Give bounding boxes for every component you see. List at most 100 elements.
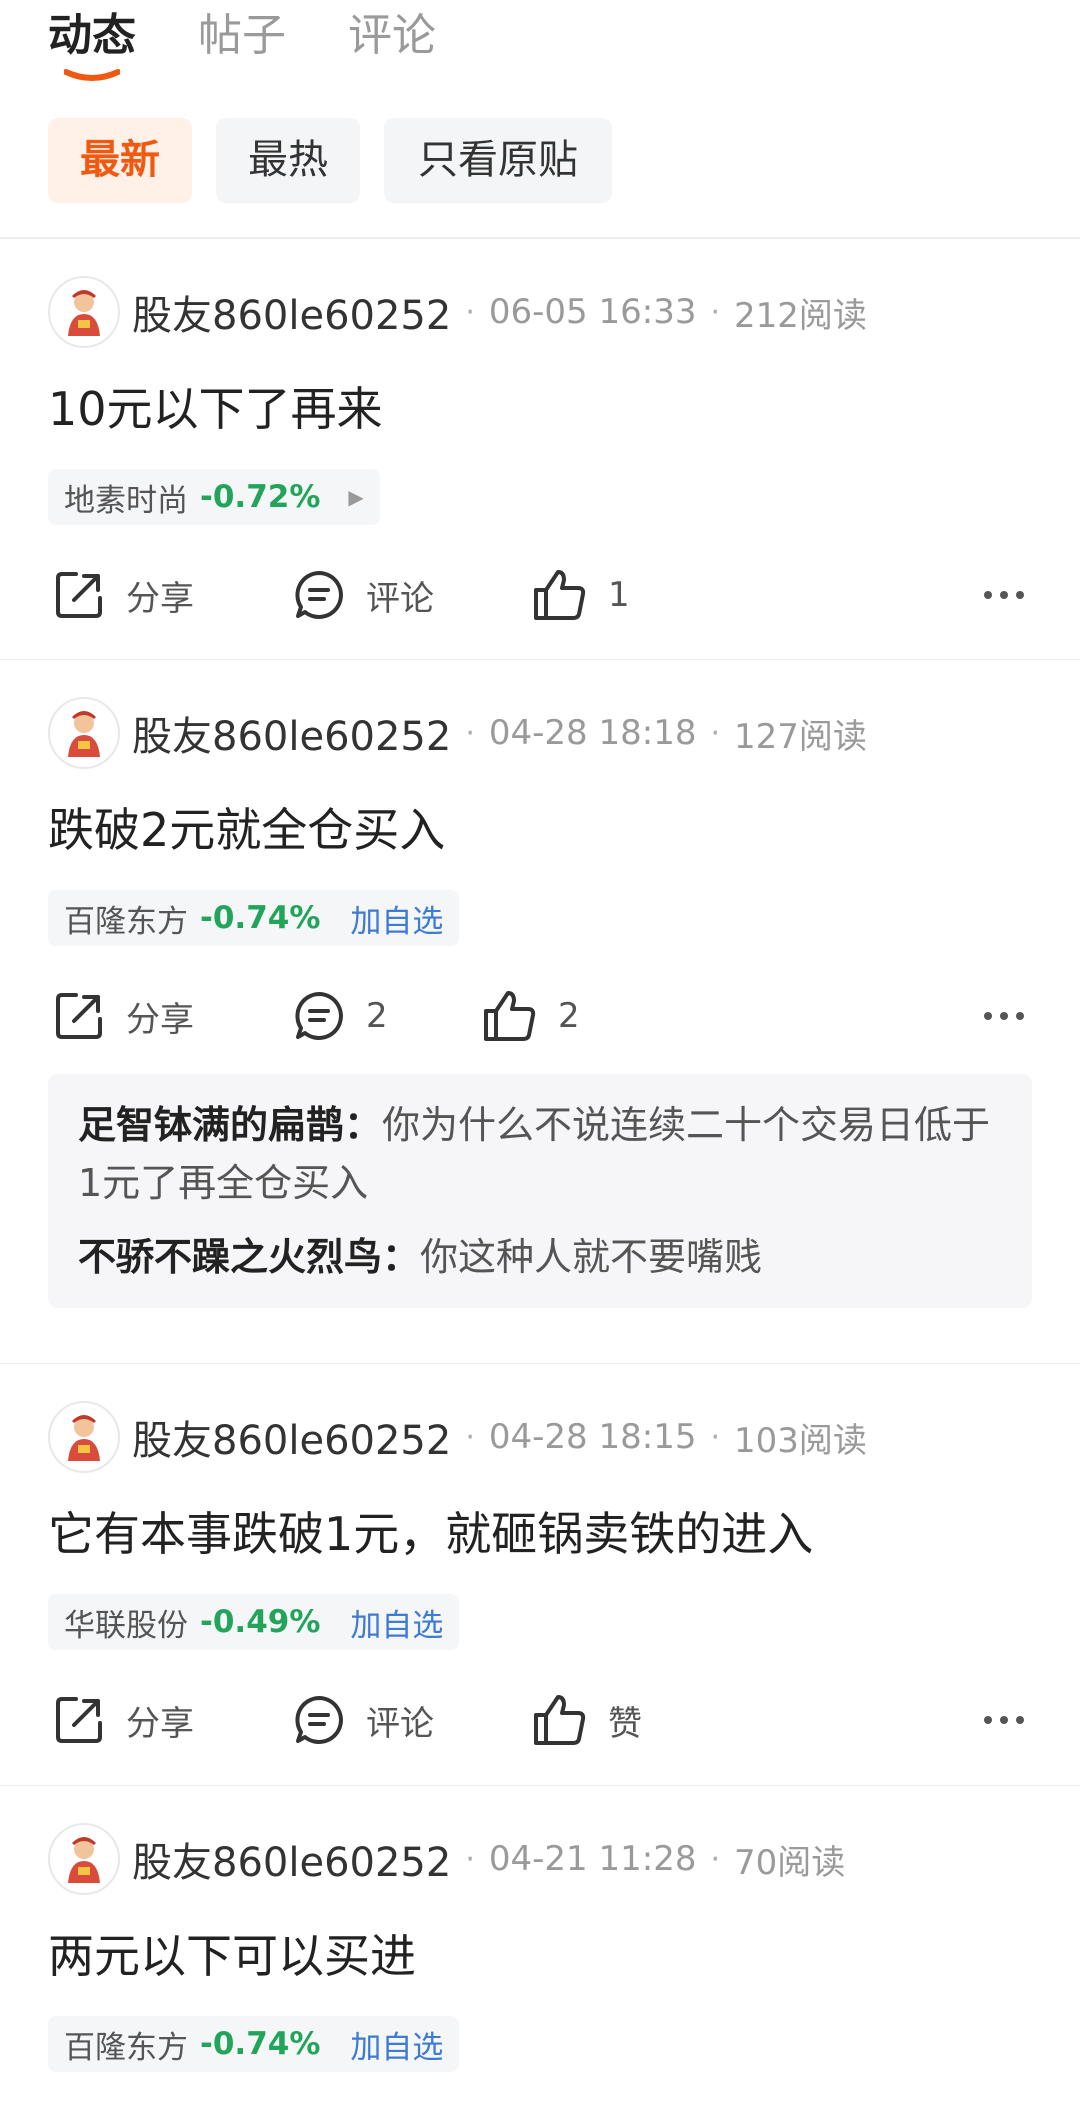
stock-change: -0.72%: [200, 479, 321, 515]
filter-hottest[interactable]: 最热: [216, 118, 360, 203]
avatar[interactable]: [48, 276, 120, 348]
tab-dynamics[interactable]: 动态: [48, 8, 136, 64]
post-time: 06-05 16:33: [488, 292, 697, 332]
post-item[interactable]: 股友860le60252 · 04-21 11:28 · 70阅读 两元以下可以…: [0, 1786, 1080, 2086]
action-bar: 分享 2 2: [0, 981, 1080, 1051]
stock-tag[interactable]: 百隆东方 -0.74% 加自选: [48, 2016, 460, 2072]
reply-text: 你这种人就不要嘴贱: [420, 1235, 763, 1279]
like-button[interactable]: 2: [482, 981, 580, 1051]
add-watchlist-button[interactable]: 加自选: [350, 1600, 443, 1645]
post-content[interactable]: 两元以下可以买进: [48, 1926, 416, 1986]
like-label: 赞: [608, 1703, 642, 1744]
separator-dot: ·: [465, 715, 475, 751]
thumbs-up-icon: [484, 991, 536, 1041]
avatar[interactable]: [48, 697, 120, 769]
separator-dot: ·: [710, 715, 721, 751]
share-button[interactable]: 分享: [52, 560, 194, 630]
comment-label: 评论: [366, 578, 434, 619]
read-count: 127阅读: [734, 716, 867, 757]
stock-name: 百隆东方: [64, 2029, 188, 2066]
reply-item[interactable]: 不骄不躁之火烈鸟：你这种人就不要嘴贱: [78, 1228, 1002, 1286]
reply-item[interactable]: 足智钵满的扁鹊：你为什么不说连续二十个交易日低于1元了再全仓买入: [78, 1096, 1002, 1212]
like-button[interactable]: 赞: [532, 1685, 642, 1755]
play-arrow-icon: ▶: [348, 485, 364, 509]
stock-change: -0.74%: [200, 900, 321, 936]
filter-original-only[interactable]: 只看原贴: [384, 118, 612, 203]
add-watchlist-button[interactable]: 加自选: [350, 896, 443, 941]
post-content[interactable]: 跌破2元就全仓买入: [48, 800, 445, 860]
avatar-figure-icon: [68, 711, 100, 757]
username[interactable]: 股友860le60252: [132, 283, 451, 341]
avatar-figure-icon: [68, 1837, 100, 1883]
username[interactable]: 股友860le60252: [132, 1830, 451, 1888]
post-content[interactable]: 它有本事跌破1元，就砸锅卖铁的进入: [48, 1504, 813, 1564]
post-item[interactable]: 股友860le60252 · 04-28 18:15 · 103阅读 它有本事跌…: [0, 1364, 1080, 1785]
post-time: 04-21 11:28: [488, 1839, 697, 1879]
separator-dot: ·: [710, 1841, 721, 1877]
avatar-figure-icon: [68, 1415, 100, 1461]
tab-comments[interactable]: 评论: [348, 8, 436, 64]
post-time: 04-28 18:18: [488, 713, 697, 753]
stock-tag[interactable]: 地素时尚 -0.72% ▶: [48, 469, 380, 525]
post-meta: 股友860le60252 · 04-28 18:18 · 127阅读: [48, 696, 867, 770]
comment-bubble-icon: [295, 1696, 343, 1744]
like-count: 2: [558, 996, 580, 1036]
active-tab-underline: [64, 69, 120, 81]
stock-change: -0.49%: [200, 1604, 321, 1640]
share-button[interactable]: 分享: [52, 1685, 194, 1755]
reply-author[interactable]: 不骄不躁之火烈鸟：: [78, 1235, 420, 1279]
action-bar: 分享 评论 1: [0, 560, 1080, 630]
thumbs-up-icon: [534, 570, 586, 620]
stock-change: -0.74%: [200, 2026, 321, 2062]
post-meta: 股友860le60252 · 06-05 16:33 · 212阅读: [48, 275, 867, 349]
username[interactable]: 股友860le60252: [132, 704, 451, 762]
like-button[interactable]: 1: [532, 560, 630, 630]
share-button[interactable]: 分享: [52, 981, 194, 1051]
separator-dot: ·: [465, 294, 475, 330]
stock-name: 百隆东方: [64, 903, 188, 940]
share-label: 分享: [126, 1703, 194, 1744]
separator-dot: ·: [465, 1841, 475, 1877]
comment-bubble-icon: [295, 992, 343, 1040]
comment-button[interactable]: 评论: [292, 1685, 434, 1755]
like-count: 1: [608, 575, 630, 615]
tab-bar: 动态 帖子 评论: [0, 0, 1080, 100]
separator-dot: ·: [710, 1419, 721, 1455]
share-icon: [56, 572, 102, 618]
add-watchlist-button[interactable]: 加自选: [350, 2022, 443, 2067]
thumbs-up-icon: [534, 1695, 586, 1745]
comment-count: 2: [366, 996, 388, 1036]
avatar[interactable]: [48, 1401, 120, 1473]
avatar[interactable]: [48, 1823, 120, 1895]
comment-button[interactable]: 2: [292, 981, 388, 1051]
post-time: 04-28 18:15: [488, 1417, 697, 1457]
separator-dot: ·: [465, 1419, 475, 1455]
reply-author[interactable]: 足智钵满的扁鹊：: [78, 1103, 382, 1147]
stock-tag[interactable]: 百隆东方 -0.74% 加自选: [48, 890, 460, 946]
post-meta: 股友860le60252 · 04-28 18:15 · 103阅读: [48, 1400, 867, 1474]
more-options-icon[interactable]: [976, 981, 1024, 1051]
read-count: 70阅读: [734, 1842, 846, 1883]
filter-latest[interactable]: 最新: [48, 118, 192, 203]
post-item[interactable]: 股友860le60252 · 06-05 16:33 · 212阅读 10元以下…: [0, 239, 1080, 659]
username[interactable]: 股友860le60252: [132, 1408, 451, 1466]
stock-tag[interactable]: 华联股份 -0.49% 加自选: [48, 1594, 460, 1650]
comment-bubble-icon: [295, 571, 343, 619]
read-count: 103阅读: [734, 1420, 867, 1461]
more-options-icon[interactable]: [976, 560, 1024, 630]
share-label: 分享: [126, 578, 194, 619]
reply-list: 足智钵满的扁鹊：你为什么不说连续二十个交易日低于1元了再全仓买入 不骄不躁之火烈…: [48, 1074, 1032, 1308]
read-count: 212阅读: [734, 295, 867, 336]
avatar-figure-icon: [68, 290, 100, 336]
post-item[interactable]: 股友860le60252 · 04-28 18:18 · 127阅读 跌破2元就…: [0, 660, 1080, 1363]
tab-posts[interactable]: 帖子: [198, 8, 286, 64]
action-bar: 分享 评论 赞: [0, 1685, 1080, 1755]
stock-name: 华联股份: [64, 1607, 188, 1644]
more-options-icon[interactable]: [976, 1685, 1024, 1755]
stock-name: 地素时尚: [64, 482, 188, 519]
comment-button[interactable]: 评论: [292, 560, 434, 630]
post-content[interactable]: 10元以下了再来: [48, 379, 383, 439]
separator-dot: ·: [710, 294, 721, 330]
comment-label: 评论: [366, 1703, 434, 1744]
post-meta: 股友860le60252 · 04-21 11:28 · 70阅读: [48, 1822, 845, 1896]
